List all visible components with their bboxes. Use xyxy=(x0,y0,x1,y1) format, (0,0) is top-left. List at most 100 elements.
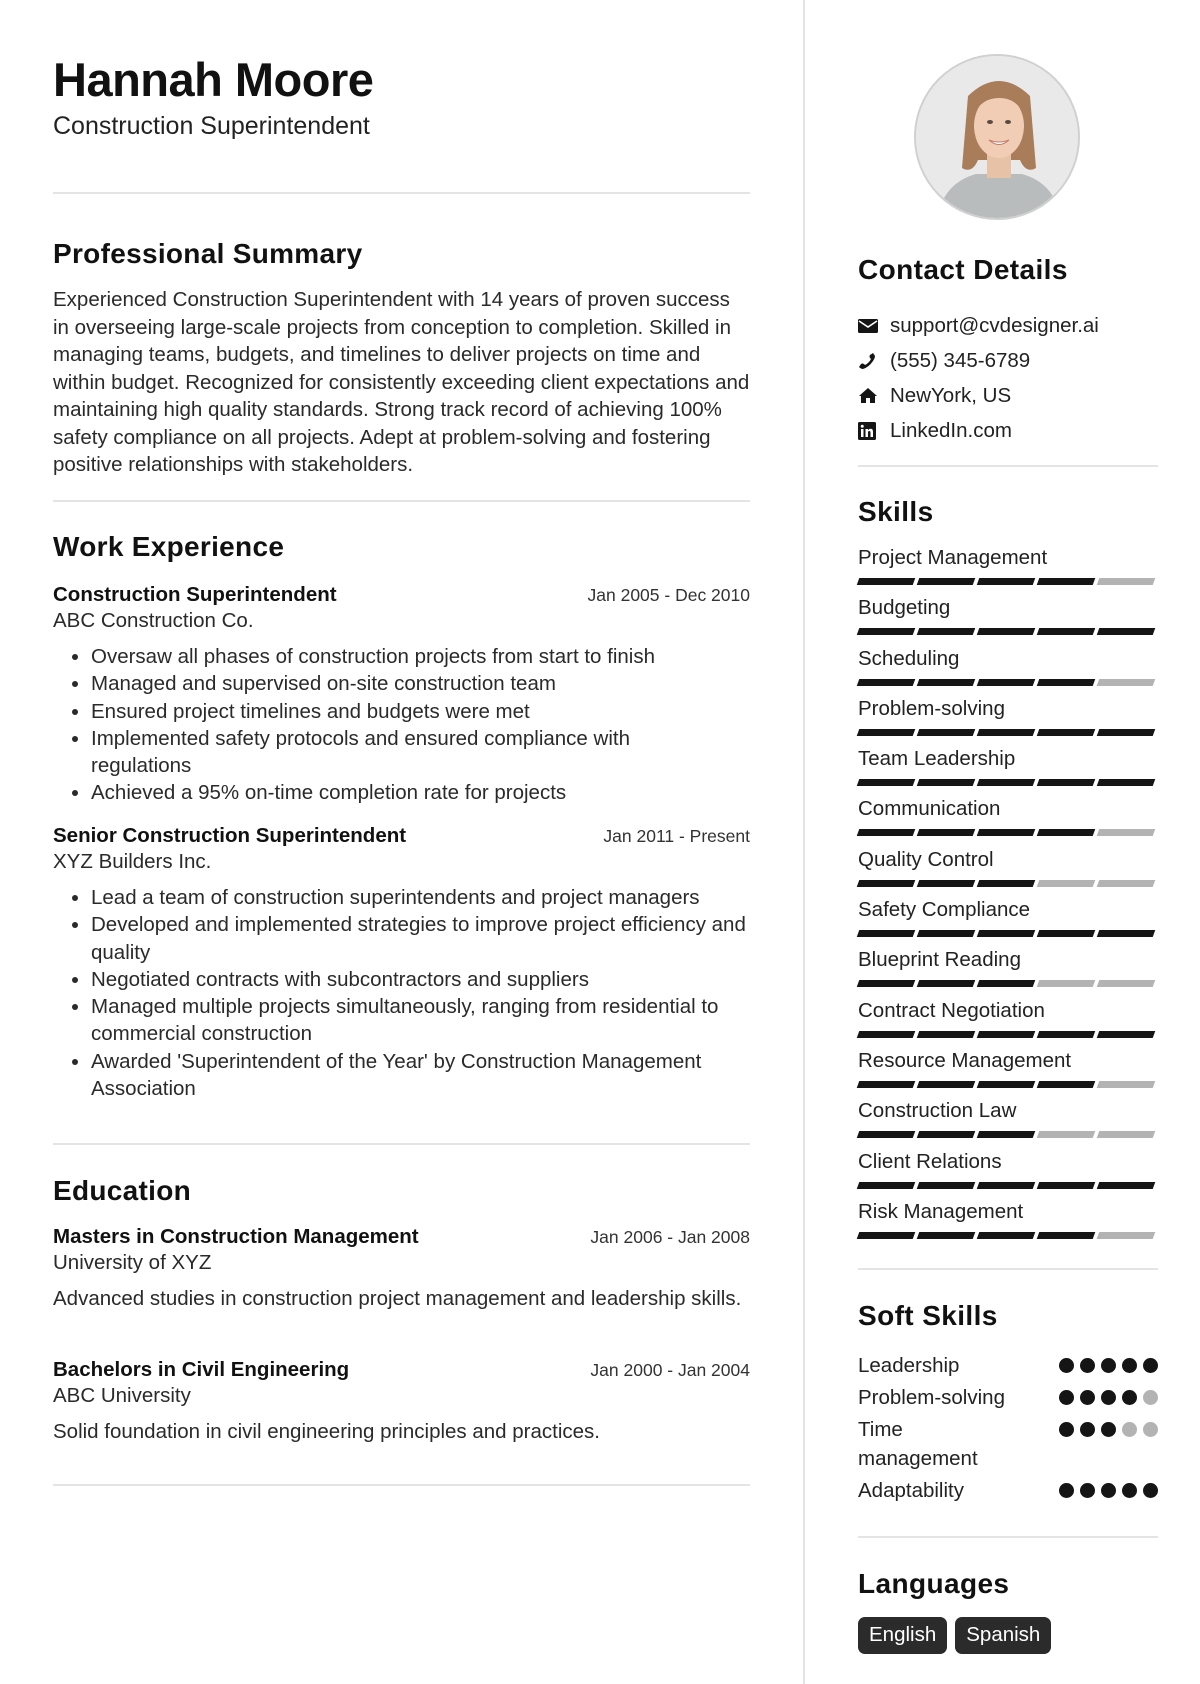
skills-heading: Skills xyxy=(858,496,934,527)
skill-name: Contract Negotiation xyxy=(858,998,1045,1022)
rating-segment-filled xyxy=(916,1030,976,1038)
job-company: ABC Construction Co. xyxy=(53,609,254,632)
contact-linkedin: LinkedIn.com xyxy=(858,413,1158,448)
rating-segment-filled xyxy=(1036,1080,1096,1088)
rating-dot-filled xyxy=(1143,1358,1158,1373)
skill-rating-bars xyxy=(856,779,1158,787)
job-entry: Senior Construction Superintendent Jan 2… xyxy=(53,824,750,1102)
rating-segment-empty xyxy=(1036,980,1096,988)
job-bullet: Awarded 'Superintendent of the Year' by … xyxy=(91,1048,750,1103)
rating-dot-filled xyxy=(1080,1358,1095,1373)
soft-skills-heading: Soft Skills xyxy=(858,1300,998,1331)
rating-segment-empty xyxy=(1096,578,1156,585)
skill-item: Contract Negotiation xyxy=(856,997,1158,1047)
rating-segment-filled xyxy=(856,980,916,988)
rating-segment-filled xyxy=(856,678,916,686)
education-entry: Masters in Construction Management Jan 2… xyxy=(53,1225,750,1312)
phone-icon xyxy=(858,352,890,370)
rating-segment-filled xyxy=(856,779,916,787)
rating-segment-filled xyxy=(976,678,1036,686)
languages-list: English Spanish xyxy=(858,1617,1052,1654)
contact-list: support@cvdesigner.ai (555) 345-6789 New… xyxy=(858,308,1158,448)
skill-item: Communication xyxy=(856,795,1158,845)
rating-dot-filled xyxy=(1059,1483,1074,1498)
skill-rating-bars xyxy=(856,1080,1158,1088)
rating-segment-filled xyxy=(916,1231,976,1239)
rating-dot-filled xyxy=(1080,1422,1095,1437)
soft-skill-name: Adaptability xyxy=(858,1479,964,1502)
skill-item: Risk Management xyxy=(856,1198,1158,1248)
rating-segment-empty xyxy=(1096,980,1156,988)
job-bullet: Developed and implemented strategies to … xyxy=(91,911,750,966)
degree-title: Bachelors in Civil Engineering xyxy=(53,1358,350,1381)
skill-rating-bars xyxy=(856,628,1158,636)
rating-segment-filled xyxy=(856,628,916,636)
job-title: Senior Construction Superintendent xyxy=(53,824,407,847)
rating-segment-filled xyxy=(856,1231,916,1239)
rating-segment-filled xyxy=(976,1030,1036,1038)
rating-segment-filled xyxy=(976,829,1036,837)
job-bullet: Lead a team of construction superintende… xyxy=(91,884,750,911)
soft-skill-rating-dots xyxy=(1059,1473,1158,1505)
education-entry: Bachelors in Civil Engineering Jan 2000 … xyxy=(53,1358,750,1445)
rating-dot-filled xyxy=(1101,1390,1116,1405)
rating-segment-filled xyxy=(976,779,1036,787)
divider xyxy=(53,500,750,502)
skill-name: Scheduling xyxy=(858,646,960,670)
rating-segment-filled xyxy=(916,930,976,938)
rating-segment-filled xyxy=(1036,628,1096,636)
job-bullets: Lead a team of construction superintende… xyxy=(53,884,750,1102)
contact-location-text: NewYork, US xyxy=(890,383,1012,407)
language-tag: English xyxy=(858,1617,948,1654)
contact-phone-text: (555) 345-6789 xyxy=(890,348,1031,372)
contact-linkedin-text[interactable]: LinkedIn.com xyxy=(890,419,1012,443)
rating-segment-filled xyxy=(1036,930,1096,938)
languages-heading: Languages xyxy=(858,1568,1010,1599)
skill-item: Budgeting xyxy=(856,594,1158,644)
skill-name: Problem-solving xyxy=(858,696,1005,720)
skill-rating-bars xyxy=(856,678,1158,686)
skill-name: Communication xyxy=(858,797,1001,821)
soft-skill-item: Adaptability xyxy=(858,1473,1158,1505)
soft-skill-name: Problem-solving xyxy=(858,1386,1005,1409)
rating-segment-filled xyxy=(1036,578,1096,585)
contact-email: support@cvdesigner.ai xyxy=(858,308,1158,343)
rating-segment-empty xyxy=(1096,879,1156,887)
rating-segment-filled xyxy=(976,930,1036,938)
job-bullet: Achieved a 95% on-time completion rate f… xyxy=(91,779,750,806)
rating-dot-filled xyxy=(1143,1483,1158,1498)
divider xyxy=(858,465,1158,467)
education-description: Advanced studies in construction project… xyxy=(53,1287,742,1310)
rating-segment-filled xyxy=(916,879,976,887)
contact-email-text[interactable]: support@cvdesigner.ai xyxy=(890,314,1099,338)
rating-segment-filled xyxy=(856,728,916,736)
skill-rating-bars xyxy=(856,980,1158,988)
skill-rating-bars xyxy=(856,829,1158,837)
job-date: Jan 2005 - Dec 2010 xyxy=(587,585,750,605)
skill-name: Client Relations xyxy=(858,1149,1002,1173)
skill-item: Construction Law xyxy=(856,1097,1158,1147)
skill-item: Quality Control xyxy=(856,846,1158,896)
rating-segment-filled xyxy=(916,829,976,837)
skill-rating-bars xyxy=(856,1231,1158,1239)
rating-dot-filled xyxy=(1122,1390,1137,1405)
soft-skill-rating-dots xyxy=(1059,1412,1158,1473)
job-bullet: Implemented safety protocols and ensured… xyxy=(91,725,750,780)
skill-rating-bars xyxy=(856,879,1158,887)
language-tag: Spanish xyxy=(955,1617,1052,1654)
soft-skill-name: Leadership xyxy=(858,1354,960,1377)
education-heading: Education xyxy=(53,1175,192,1206)
rating-dot-filled xyxy=(1059,1358,1074,1373)
rating-segment-filled xyxy=(1036,678,1096,686)
column-divider xyxy=(803,0,805,1684)
rating-segment-filled xyxy=(976,628,1036,636)
rating-segment-filled xyxy=(916,728,976,736)
skill-rating-bars xyxy=(856,1030,1158,1038)
rating-segment-filled xyxy=(856,1181,916,1189)
job-entry: Construction Superintendent Jan 2005 - D… xyxy=(53,583,750,807)
school-name: ABC University xyxy=(53,1384,191,1407)
rating-segment-filled xyxy=(976,578,1036,585)
candidate-title: Construction Superintendent xyxy=(53,112,370,140)
divider xyxy=(858,1268,1158,1270)
rating-dot-filled xyxy=(1101,1358,1116,1373)
